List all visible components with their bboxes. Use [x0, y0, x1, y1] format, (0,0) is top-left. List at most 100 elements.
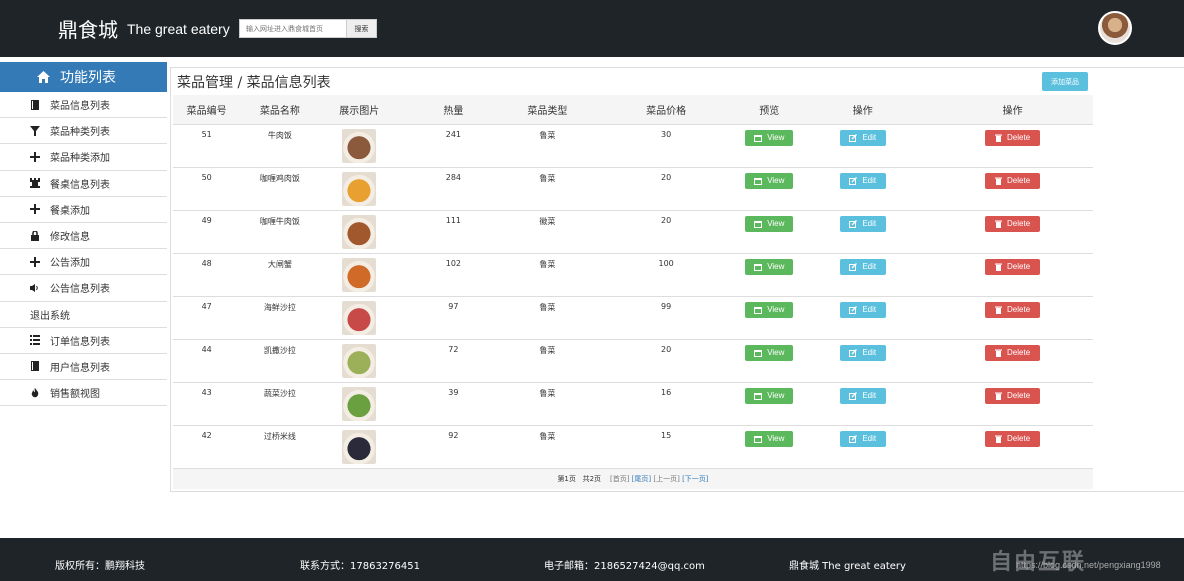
delete-button-label: Delete	[1007, 133, 1031, 142]
view-cell: View	[745, 382, 794, 425]
sidebar-item[interactable]: 用户信息列表	[0, 353, 167, 381]
delete-button[interactable]: Delete	[985, 129, 1041, 146]
column-header[interactable]: 展示图片	[319, 95, 399, 125]
watermark-url: https://blog.csdn.net/pengxiang1998	[1016, 560, 1161, 570]
sidebar-item[interactable]: 公告添加	[0, 249, 167, 276]
dish-image-cell	[319, 253, 398, 296]
page-last-link[interactable]: [尾页]	[632, 475, 651, 483]
avatar[interactable]	[1098, 11, 1132, 45]
sidebar-item[interactable]: 餐桌添加	[0, 196, 167, 223]
dish-image-cell	[319, 339, 398, 382]
column-header[interactable]: 菜品编号	[173, 95, 241, 125]
dish-name: 凯撒沙拉	[263, 345, 296, 355]
search-input[interactable]	[239, 19, 347, 38]
sidebar-item-label: 餐桌添加	[50, 205, 90, 217]
column-header[interactable]: 热量	[398, 95, 508, 125]
dish-id: 50	[201, 172, 212, 182]
column-header[interactable]: 菜品类型	[507, 95, 587, 125]
dish-type: 鲁菜	[539, 302, 556, 312]
delete-button[interactable]: Delete	[985, 301, 1041, 318]
edit-button-label: Edit	[862, 262, 877, 271]
trash-icon	[995, 134, 1003, 142]
edit-button-label: Edit	[862, 305, 877, 314]
dish-calories: 111	[445, 215, 462, 225]
delete-button[interactable]: Delete	[985, 215, 1041, 232]
delete-cell: Delete	[932, 253, 1093, 296]
page-prev-link[interactable]: [上一页]	[653, 475, 679, 483]
sidebar-item[interactable]: 退出系统	[0, 301, 167, 328]
delete-button[interactable]: Delete	[985, 430, 1041, 447]
calendar-icon	[754, 306, 763, 314]
delete-button-label: Delete	[1007, 348, 1031, 357]
view-cell: View	[745, 167, 794, 210]
sidebar-item[interactable]: 销售额视图	[0, 380, 167, 407]
column-header[interactable]: 菜品价格	[587, 95, 746, 125]
sidebar-item[interactable]: 公告信息列表	[0, 275, 167, 302]
sidebar-item-label: 公告添加	[50, 258, 90, 270]
delete-cell: Delete	[932, 296, 1093, 339]
dish-price: 100	[658, 258, 674, 268]
column-header[interactable]: 操作	[932, 95, 1093, 125]
view-button[interactable]: View	[745, 430, 794, 447]
sidebar-item[interactable]: 菜品种类添加	[0, 144, 167, 171]
footer-copyright: 版权所有：鹏翔科技	[55, 561, 145, 572]
view-button[interactable]: View	[745, 215, 794, 232]
edit-cell: Edit	[793, 210, 932, 253]
edit-button[interactable]: Edit	[839, 258, 886, 275]
column-header[interactable]: 预览	[745, 95, 794, 125]
view-button[interactable]: View	[745, 172, 794, 189]
sidebar: 功能列表 菜品信息列表 菜品种类列表 菜品种类添加 餐桌信息列表 餐桌添加 修改信息 公告添…	[0, 62, 167, 407]
edit-button[interactable]: Edit	[839, 301, 886, 318]
sidebar-item[interactable]: 餐桌信息列表	[0, 170, 167, 197]
dish-type: 徽菜	[539, 216, 556, 226]
table-row: 49 咖喱牛肉饭 111 徽菜 20 View Edit Delete	[173, 210, 1093, 253]
brand-name-cn[interactable]: 鼎食城	[58, 14, 118, 43]
page-current: 第1页	[557, 475, 576, 483]
view-button[interactable]: View	[745, 387, 794, 404]
edit-icon	[849, 262, 858, 271]
edit-button[interactable]: Edit	[839, 129, 886, 146]
brand-name-en[interactable]: The great eatery	[127, 21, 230, 37]
dish-thumbnail	[342, 171, 377, 206]
dish-type: 鲁菜	[539, 130, 556, 140]
sidebar-item[interactable]: 菜品信息列表	[0, 92, 167, 119]
dish-name: 蔬菜沙拉	[263, 388, 296, 398]
edit-button[interactable]: Edit	[839, 387, 886, 404]
dish-name: 牛肉饭	[267, 130, 292, 140]
edit-button-label: Edit	[862, 391, 877, 400]
dish-image-cell	[319, 210, 398, 253]
delete-button[interactable]: Delete	[985, 387, 1041, 404]
calendar-icon	[754, 177, 763, 185]
breadcrumb: 菜品管理 / 菜品信息列表	[177, 74, 331, 91]
sidebar-item-label: 餐桌信息列表	[50, 179, 110, 191]
view-button[interactable]: View	[745, 301, 794, 318]
page-first-link[interactable]: [首页]	[610, 475, 629, 483]
dish-id: 42	[201, 430, 212, 440]
view-button[interactable]: View	[745, 129, 794, 146]
delete-button[interactable]: Delete	[985, 258, 1041, 275]
sidebar-item[interactable]: 修改信息	[0, 222, 167, 250]
sidebar-item[interactable]: 菜品种类列表	[0, 118, 167, 145]
fire-icon	[30, 387, 40, 398]
dish-calories: 92	[448, 430, 459, 440]
column-header[interactable]: 操作	[793, 95, 933, 125]
dish-image-cell	[319, 425, 398, 468]
delete-button[interactable]: Delete	[985, 172, 1041, 189]
delete-cell: Delete	[932, 425, 1093, 468]
edit-button[interactable]: Edit	[839, 215, 886, 232]
edit-button-label: Edit	[862, 434, 877, 443]
view-button[interactable]: View	[745, 344, 794, 361]
search-button[interactable]: 搜索	[347, 19, 377, 38]
column-header[interactable]: 菜品名称	[240, 95, 320, 125]
view-button[interactable]: View	[745, 258, 794, 275]
delete-button[interactable]: Delete	[985, 344, 1041, 361]
edit-icon	[849, 348, 858, 357]
view-cell: View	[745, 425, 794, 468]
edit-button[interactable]: Edit	[839, 172, 886, 189]
page-next-link[interactable]: [下一页]	[682, 475, 708, 483]
edit-button[interactable]: Edit	[839, 430, 886, 447]
add-dish-button[interactable]: 添加菜品	[1042, 72, 1088, 91]
dish-thumbnail	[342, 386, 377, 421]
edit-button[interactable]: Edit	[839, 344, 886, 361]
sidebar-item[interactable]: 订单信息列表	[0, 327, 167, 354]
